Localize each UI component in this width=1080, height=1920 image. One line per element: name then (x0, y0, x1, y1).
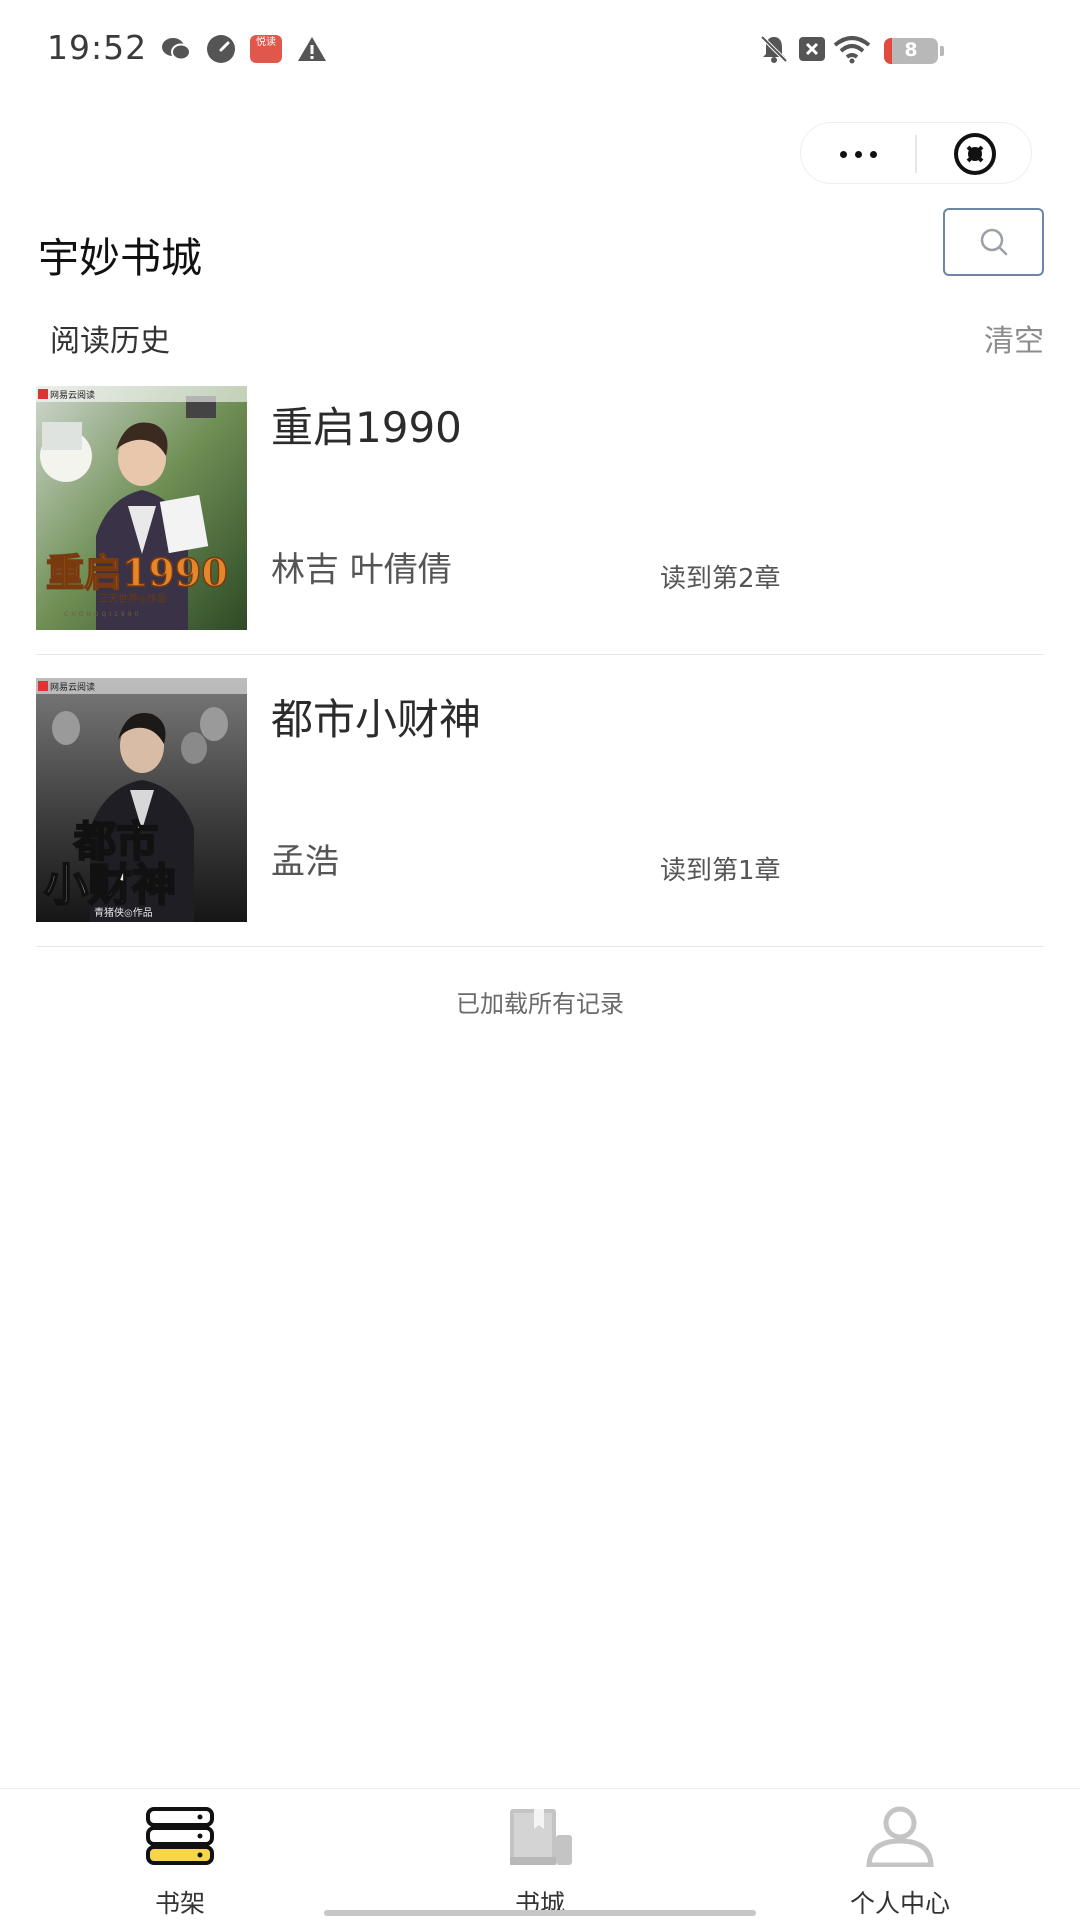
home-indicator (324, 1910, 756, 1916)
cover-credit: 青猪侠◎作品 (94, 906, 153, 919)
reading-history-title: 阅读历史 (50, 324, 170, 359)
more-button[interactable] (801, 123, 915, 185)
status-time: 19:52 (47, 28, 148, 67)
book-author: 林吉 叶倩倩 (271, 550, 452, 590)
book-title[interactable]: 都市小财神 (271, 686, 481, 747)
reader-app-icon: 悦读 (250, 35, 282, 63)
bell-mute-icon (760, 35, 788, 63)
bookstore-icon (510, 1809, 572, 1865)
search-icon (980, 228, 1007, 256)
warning-icon (298, 37, 326, 61)
cover-pinyin: CHONGQI1990 (64, 611, 141, 618)
cover-credit: 三天世界◎作品 (98, 593, 167, 605)
more-dot-icon (869, 150, 877, 158)
cover-title-line2: 小财神 (44, 860, 176, 911)
page-title: 宇妙书城 (38, 234, 202, 282)
cover-publisher: 网易云阅读 (50, 389, 95, 401)
list-end-text: 已加载所有记录 (456, 990, 624, 1018)
battery-icon: 8 (884, 38, 944, 64)
book-cover[interactable]: 网易云阅读 都市 小财神 青猪侠◎作品 (36, 678, 247, 922)
cover-title-line1: 都市 (73, 817, 158, 866)
search-button[interactable] (943, 208, 1044, 276)
tab-bookstore[interactable]: 书城 (440, 1789, 640, 1920)
capsule-menu (800, 122, 1032, 184)
book-author: 孟浩 (271, 842, 339, 882)
more-dot-icon (839, 150, 847, 158)
tab-label: 书架 (154, 1889, 205, 1918)
clear-history-button[interactable]: 清空 (984, 316, 1044, 360)
close-circle-icon (954, 133, 996, 175)
close-button[interactable] (917, 123, 1033, 185)
gauge-icon (207, 35, 235, 63)
wifi-icon (833, 36, 871, 64)
wechat-icon (162, 38, 191, 61)
battery-level: 8 (904, 39, 918, 61)
tab-label: 个人中心 (849, 1889, 950, 1918)
tab-profile[interactable]: 个人中心 (800, 1789, 1000, 1920)
status-bar: 19:52 悦读 8 (0, 0, 1080, 100)
list-item[interactable]: 网易云阅读 都市 小财神 青猪侠◎作品 都市小财神 孟浩 读到第1章 (36, 678, 1044, 947)
list-item[interactable]: 网易云阅读 重启1990 三天世界◎作品 CHONGQI1990 重启1990 … (36, 386, 1044, 655)
bookshelf-icon (146, 1807, 214, 1865)
cover-publisher: 网易云阅读 (50, 681, 95, 693)
profile-icon (866, 1806, 934, 1867)
reading-progress: 读到第2章 (660, 564, 781, 594)
tab-bar: 书架 书城 个人中心 (0, 1788, 1080, 1920)
cover-title: 重启1990 (46, 550, 228, 595)
book-cover[interactable]: 网易云阅读 重启1990 三天世界◎作品 CHONGQI1990 (36, 386, 247, 630)
reading-progress: 读到第1章 (660, 856, 781, 886)
tab-bookshelf[interactable]: 书架 (80, 1789, 280, 1920)
book-title[interactable]: 重启1990 (271, 394, 462, 455)
notification-x-icon (799, 37, 825, 61)
more-dot-icon (854, 150, 862, 158)
